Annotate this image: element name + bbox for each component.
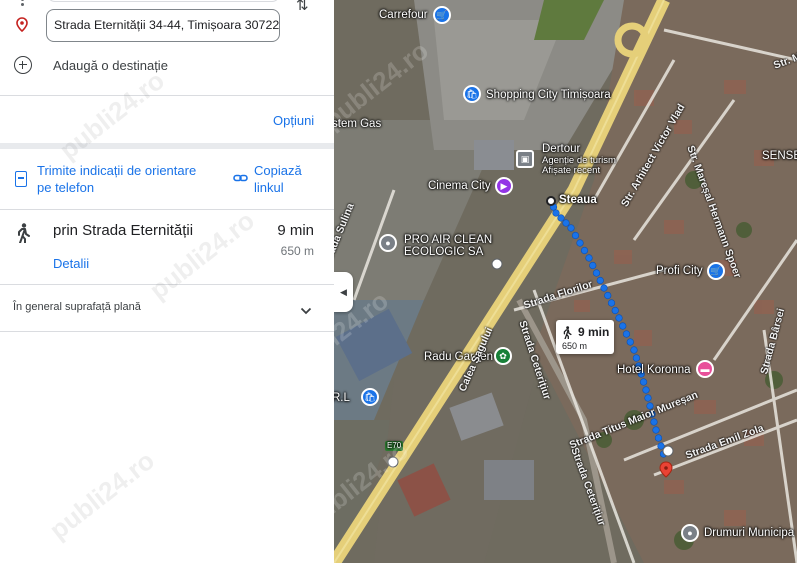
destination-pin-icon: [16, 17, 28, 37]
route-dot: [585, 254, 593, 262]
route-distance: 650 m: [280, 244, 314, 258]
options-button[interactable]: Opțiuni: [273, 113, 314, 128]
poi-label-dertour[interactable]: Dertour: [542, 143, 580, 155]
e70-label: E70: [387, 441, 402, 450]
details-button[interactable]: Detalii: [53, 256, 89, 271]
poi-label-pro-air-2[interactable]: ECOLOGIC SA: [404, 246, 483, 258]
poi-sublabel-recent: Afișate recent: [542, 165, 601, 176]
route-dot: [632, 354, 641, 362]
route-dot: [615, 314, 623, 322]
add-destination-button[interactable]: Adaugă o destinație: [53, 58, 168, 73]
route-dot: [644, 394, 652, 402]
copy-link-button[interactable]: Copiază linkul: [254, 162, 314, 196]
directions-panel: ⇅ Strada Eternității 34-44, Timișoara 30…: [0, 0, 334, 563]
shopping-bag-icon[interactable]: 🛍: [361, 388, 379, 406]
route-dot: [567, 224, 575, 232]
travel-agency-icon[interactable]: ▣: [516, 150, 534, 168]
watermark: publi24.ro: [43, 445, 161, 546]
map-canvas[interactable]: ◀ 🛒 Carrefour 🛍 Shopping City Timișoara …: [334, 0, 797, 563]
poi-label-pro-air-1[interactable]: PRO AIR CLEAN: [404, 234, 492, 246]
callout-distance: 650 m: [562, 341, 588, 351]
route-callout[interactable]: 9 min 650 m: [556, 320, 614, 354]
route-dot: [571, 231, 580, 240]
place-label-steaua[interactable]: Steaua: [559, 194, 597, 206]
route-dot: [652, 426, 660, 434]
poi-label-shopping-city[interactable]: Shopping City Timișoara: [486, 89, 611, 101]
shopping-bag-icon[interactable]: 🛍: [463, 85, 481, 103]
route-dot: [619, 322, 627, 330]
poi-label-drumuri[interactable]: Drumuri Municipa: [704, 527, 794, 539]
callout-duration: 9 min: [578, 325, 610, 339]
route-dot: [557, 214, 565, 222]
divider: [0, 284, 334, 285]
origin-field[interactable]: [47, 0, 280, 2]
route-dot: [576, 239, 584, 247]
hotel-icon[interactable]: ▬: [696, 360, 714, 378]
route-dot: [642, 386, 650, 394]
route-dot: [600, 284, 608, 292]
collapse-panel-button[interactable]: ◀: [334, 272, 353, 312]
terrain-note: În general suprafață plană: [13, 301, 141, 313]
route-dot: [580, 246, 589, 255]
route-dot: [607, 299, 616, 307]
shopping-cart-icon[interactable]: 🛒: [433, 6, 451, 24]
link-icon: [233, 171, 248, 189]
route-duration: 9 min: [277, 222, 314, 239]
send-to-phone-icon: [15, 171, 27, 187]
route-dot: [630, 346, 638, 354]
route-dot: [589, 261, 597, 270]
route-dot: [626, 338, 634, 346]
poi-label-profi-city[interactable]: Profi City: [656, 265, 703, 277]
business-pin-icon[interactable]: ●: [379, 234, 397, 252]
route-dot: [654, 434, 663, 442]
poi-label-sense[interactable]: SENSE: [762, 150, 797, 162]
more-vert-icon: [16, 0, 28, 10]
add-destination-icon[interactable]: [14, 56, 32, 74]
route-dot: [592, 269, 601, 277]
chevron-down-icon[interactable]: [300, 302, 312, 320]
route-dot: [596, 276, 604, 285]
shopping-cart-icon[interactable]: 🛒: [707, 262, 725, 280]
route-dot: [562, 219, 570, 227]
route-dot: [604, 291, 612, 300]
poi-label-stem-gas[interactable]: stem Gas: [334, 118, 381, 130]
poi-label-cinema-city[interactable]: Cinema City: [428, 180, 491, 192]
route-dot: [640, 378, 648, 386]
walking-icon: [16, 223, 30, 248]
satellite-imagery: [334, 0, 797, 563]
route-via-label[interactable]: prin Strada Eternității: [53, 222, 193, 239]
send-directions-button[interactable]: Trimite indicații de orientare pe telefo…: [37, 162, 207, 196]
watermark: publi24.ro: [143, 205, 261, 306]
divider: [0, 209, 334, 210]
garden-icon[interactable]: ✿: [494, 347, 512, 365]
destination-field[interactable]: Strada Eternității 34-44, Timișoara 3072…: [46, 9, 280, 42]
route-dot: [552, 209, 560, 217]
divider: [0, 95, 334, 96]
watermark: publi24.ro: [53, 65, 171, 166]
poi-label-hotel-koronna[interactable]: Hotel Koronna: [617, 364, 691, 376]
route-dot: [622, 330, 631, 338]
poi-label-srl[interactable]: R.L: [334, 392, 350, 404]
route-dot: [611, 306, 619, 315]
route-dot: [650, 418, 658, 426]
business-pin-icon[interactable]: ●: [681, 524, 699, 542]
poi-label-carrefour[interactable]: Carrefour: [379, 9, 428, 21]
swap-directions-icon[interactable]: ⇅: [296, 0, 309, 14]
divider: [0, 331, 334, 332]
cinema-icon[interactable]: ▶: [495, 177, 513, 195]
divider: [0, 143, 334, 149]
route-start-marker[interactable]: [546, 196, 556, 206]
